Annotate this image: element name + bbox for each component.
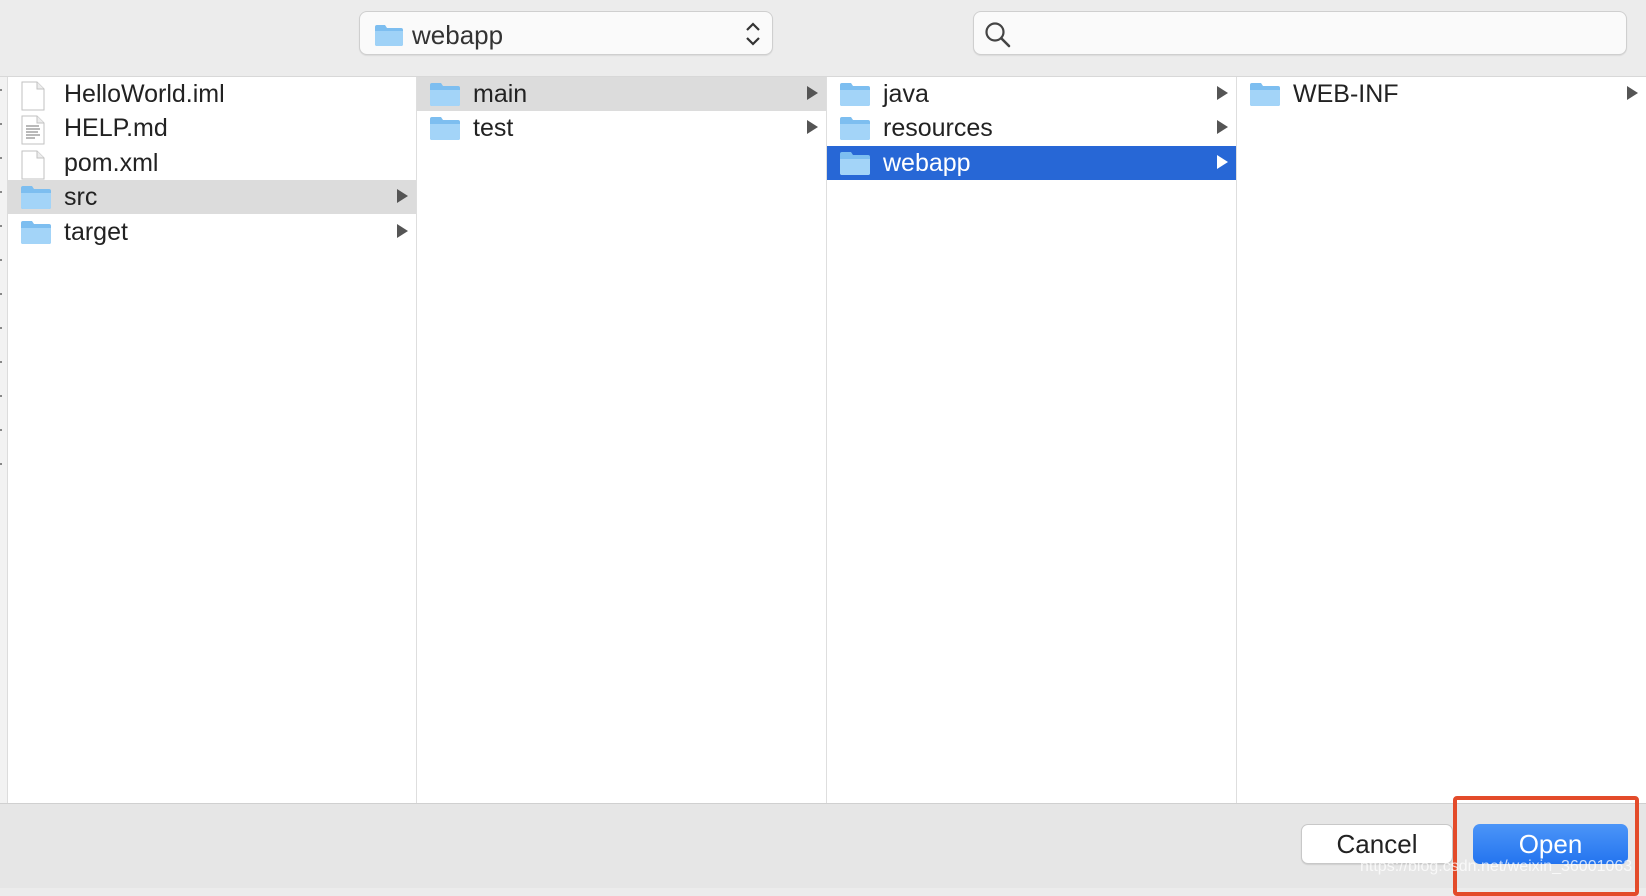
column-3: java resources webapp	[827, 77, 1237, 803]
item-name: target	[64, 217, 128, 246]
location-label: webapp	[412, 20, 504, 50]
search-icon	[985, 22, 1011, 48]
list-item-main[interactable]: main	[417, 77, 826, 111]
column-browser: HelloWorld.iml HELP.md pom.xml src target ma…	[0, 76, 1646, 804]
disclosure-arrow-icon	[397, 223, 408, 238]
item-name: WEB-INF	[1293, 80, 1399, 108]
list-item-test[interactable]: test	[417, 111, 826, 145]
folder-icon	[20, 184, 52, 215]
list-item-pom-xml[interactable]: pom.xml	[8, 146, 416, 180]
item-name: src	[64, 183, 98, 212]
item-name: test	[473, 114, 514, 143]
item-name: java	[883, 80, 929, 108]
disclosure-arrow-icon	[1627, 86, 1638, 100]
item-name: webapp	[883, 148, 971, 177]
up-down-chevron-icon	[746, 22, 760, 46]
list-item-web-inf[interactable]: WEB-INF	[1237, 77, 1646, 111]
disclosure-arrow-icon	[397, 189, 408, 204]
item-name: HELP.md	[64, 114, 168, 143]
item-name: resources	[883, 114, 993, 143]
list-item-target[interactable]: target	[8, 215, 416, 249]
list-item-webapp[interactable]: webapp	[827, 145, 1236, 181]
list-item-java[interactable]: java	[827, 77, 1236, 111]
list-item-help-md[interactable]: HELP.md	[8, 111, 416, 145]
folder-icon	[429, 81, 461, 112]
watermark: https://blog.csdn.net/weixin_36001063	[1360, 858, 1633, 875]
disclosure-arrow-icon	[1217, 154, 1228, 169]
search-input[interactable]	[1022, 18, 1616, 50]
toolbar: webapp	[0, 0, 1646, 76]
column-4: WEB-INF	[1237, 77, 1646, 803]
item-name: pom.xml	[64, 148, 159, 177]
search-field[interactable]	[973, 11, 1627, 55]
disclosure-arrow-icon	[807, 86, 818, 100]
disclosure-arrow-icon	[1217, 120, 1228, 135]
list-item-helloworld-iml[interactable]: HelloWorld.iml	[8, 77, 416, 111]
folder-icon	[375, 25, 403, 46]
column-2: main test	[417, 77, 827, 803]
folder-icon	[839, 115, 871, 146]
column-1: HelloWorld.iml HELP.md pom.xml src target	[8, 77, 417, 803]
list-item-resources[interactable]: resources	[827, 111, 1236, 145]
folder-icon	[1249, 81, 1281, 112]
location-popup[interactable]: webapp	[359, 11, 773, 55]
folder-icon	[839, 150, 871, 181]
folder-icon	[20, 219, 52, 250]
disclosure-arrow-icon	[807, 120, 818, 135]
folder-icon	[429, 115, 461, 146]
left-gutter	[0, 77, 8, 803]
folder-icon	[839, 81, 871, 112]
list-item-src[interactable]: src	[8, 180, 416, 215]
item-name: HelloWorld.iml	[64, 80, 225, 108]
item-name: main	[473, 80, 528, 108]
disclosure-arrow-icon	[1217, 86, 1228, 100]
